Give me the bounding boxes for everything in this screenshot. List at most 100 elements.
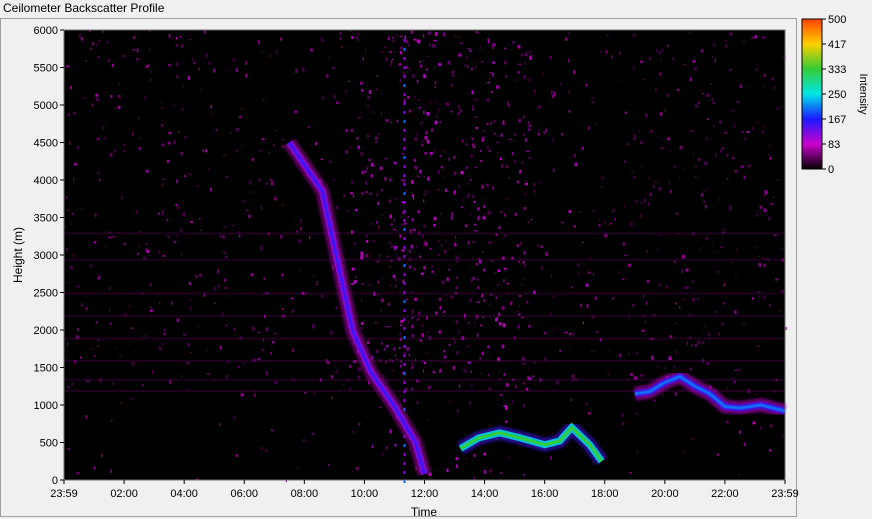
noise-speck xyxy=(624,254,627,257)
noise-speck xyxy=(231,224,234,227)
noise-speck xyxy=(300,227,302,231)
noise-speck xyxy=(296,230,299,233)
noise-speck xyxy=(131,327,134,329)
noise-speck xyxy=(181,44,183,48)
noise-speck xyxy=(374,469,377,471)
noise-speck xyxy=(472,241,475,243)
streak-speck xyxy=(403,84,406,87)
noise-speck xyxy=(413,95,416,98)
noise-speck xyxy=(69,265,73,269)
noise-speck xyxy=(549,312,552,315)
noise-speck xyxy=(385,57,388,61)
noise-speck xyxy=(375,87,378,91)
noise-speck xyxy=(781,289,784,293)
noise-speck xyxy=(586,304,589,308)
noise-speck xyxy=(395,254,398,258)
noise-speck xyxy=(400,46,403,50)
x-tick-label: 18:00 xyxy=(591,488,619,500)
noise-speck xyxy=(477,207,480,211)
noise-speck xyxy=(443,310,446,313)
streak-speck xyxy=(403,210,406,213)
noise-speck xyxy=(711,244,715,247)
noise-speck xyxy=(598,224,601,227)
noise-speck xyxy=(491,46,495,49)
noise-speck xyxy=(224,286,227,290)
noise-speck xyxy=(437,254,440,257)
noise-speck xyxy=(437,189,440,191)
noise-speck xyxy=(260,246,263,250)
noise-speck xyxy=(530,54,533,56)
noise-speck xyxy=(381,342,383,345)
noise-speck xyxy=(161,123,163,127)
noise-speck xyxy=(67,342,69,347)
noise-speck xyxy=(160,101,162,105)
noise-speck xyxy=(235,454,238,457)
noise-speck xyxy=(403,99,405,103)
noise-speck xyxy=(439,121,442,123)
noise-speck xyxy=(701,332,703,335)
noise-speck xyxy=(102,126,105,130)
noise-speck xyxy=(395,353,397,357)
noise-speck xyxy=(675,212,679,215)
noise-speck xyxy=(483,268,486,271)
noise-speck xyxy=(235,149,238,152)
noise-speck xyxy=(570,398,572,402)
noise-speck xyxy=(351,431,355,433)
noise-speck xyxy=(611,55,613,59)
noise-speck xyxy=(502,323,506,328)
noise-speck xyxy=(345,150,348,154)
streak-speck xyxy=(403,345,406,348)
noise-speck xyxy=(516,79,518,82)
noise-speck xyxy=(612,297,614,300)
noise-speck xyxy=(631,170,634,173)
noise-speck xyxy=(431,270,434,273)
noise-speck xyxy=(291,309,294,313)
noise-speck xyxy=(652,185,655,189)
noise-speck xyxy=(568,90,570,94)
noise-speck xyxy=(412,74,415,78)
noise-speck xyxy=(496,317,499,319)
noise-speck xyxy=(325,74,329,78)
noise-speck xyxy=(512,41,515,44)
y-tick-label: 6000 xyxy=(34,25,58,37)
noise-speck xyxy=(177,131,180,133)
noise-speck xyxy=(476,278,480,281)
noise-speck xyxy=(424,74,427,76)
noise-speck xyxy=(769,303,771,307)
noise-speck xyxy=(516,244,519,248)
noise-speck xyxy=(349,145,351,149)
noise-speck xyxy=(268,54,272,58)
noise-speck xyxy=(393,347,396,351)
noise-speck xyxy=(266,371,268,376)
noise-speck xyxy=(514,134,517,136)
noise-speck xyxy=(86,380,89,382)
noise-speck xyxy=(769,157,772,160)
noise-speck xyxy=(365,191,368,193)
noise-speck xyxy=(434,120,438,125)
noise-speck xyxy=(706,118,710,120)
noise-speck xyxy=(486,98,490,102)
noise-speck xyxy=(582,321,584,325)
noise-speck xyxy=(662,147,665,149)
noise-speck xyxy=(351,470,354,472)
noise-speck xyxy=(454,341,456,344)
noise-speck xyxy=(692,60,696,63)
noise-speck xyxy=(118,83,120,85)
noise-speck xyxy=(345,128,348,133)
noise-speck xyxy=(633,176,635,179)
noise-speck xyxy=(95,321,99,324)
noise-speck xyxy=(666,93,670,98)
noise-speck xyxy=(523,133,525,136)
noise-speck xyxy=(280,235,283,239)
noise-speck xyxy=(476,73,479,75)
noise-speck xyxy=(450,83,453,87)
noise-speck xyxy=(389,325,391,327)
noise-speck xyxy=(748,164,751,168)
noise-speck xyxy=(228,295,230,298)
noise-speck xyxy=(439,368,442,373)
noise-speck xyxy=(219,345,222,350)
y-tick-label: 2000 xyxy=(34,325,58,337)
noise-speck xyxy=(479,357,482,360)
noise-speck xyxy=(587,271,591,274)
noise-speck xyxy=(455,260,459,263)
